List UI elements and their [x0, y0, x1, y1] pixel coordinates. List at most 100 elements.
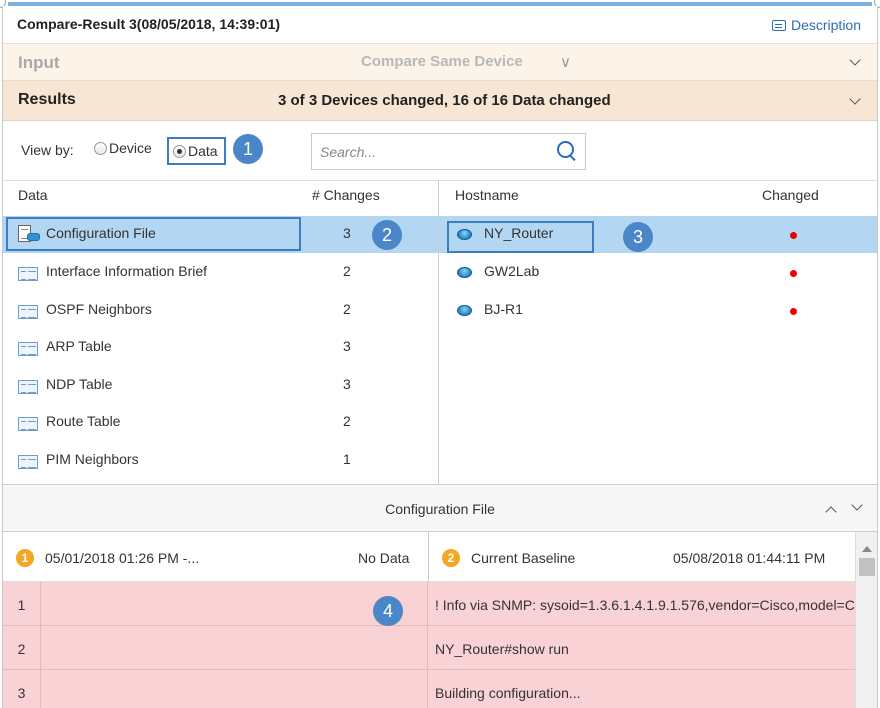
changed-indicator-icon: [790, 270, 797, 277]
data-row-ndp-table[interactable]: NDP Table 3: [3, 367, 438, 404]
data-row-interface-information-brief[interactable]: Interface Information Brief 2: [3, 254, 438, 291]
changed-indicator-icon: [790, 308, 797, 315]
radio-circle-icon: [94, 141, 107, 155]
data-row-count: 3: [343, 338, 351, 354]
data-row-label: Route Table: [46, 413, 121, 429]
data-row-label: ARP Table: [46, 338, 112, 354]
data-row-label: PIM Neighbors: [46, 451, 139, 467]
search-box[interactable]: Search...: [311, 133, 586, 170]
left-version-status: No Data: [358, 550, 410, 566]
line-number: 1: [3, 582, 41, 625]
data-row-arp-table[interactable]: ARP Table 3: [3, 329, 438, 366]
title-bar: Compare-Result 3(08/05/2018, 14:39:01) D…: [3, 6, 877, 43]
results-label: Results: [18, 91, 76, 108]
host-row-bj-r1[interactable]: BJ-R1: [439, 292, 877, 329]
config-diff-view: 1 ! Info via SNMP: sysoid=1.3.6.1.4.1.9.…: [3, 582, 855, 708]
host-list-pane: Hostname Changed NY_Router 3 GW2Lab BJ-R…: [439, 181, 877, 484]
data-row-count: 3: [343, 225, 351, 241]
left-line-empty: [41, 582, 428, 625]
host-row-label: GW2Lab: [484, 263, 540, 279]
data-row-label: NDP Table: [46, 376, 113, 392]
scroll-up-arrow-icon[interactable]: [862, 546, 872, 552]
detail-title: Configuration File: [385, 501, 495, 517]
search-icon[interactable]: [557, 141, 577, 161]
scroll-thumb[interactable]: [859, 558, 875, 576]
radio-circle-selected-icon: [173, 144, 186, 158]
data-row-label: Interface Information Brief: [46, 263, 208, 279]
data-list-pane: Data # Changes Configuration File 3 2 In…: [3, 181, 439, 484]
radio-label-data: Data: [188, 143, 218, 159]
table-icon: [18, 267, 38, 281]
selection-highlight-host: [447, 221, 594, 253]
input-label: Input: [18, 53, 60, 72]
data-row-route-table[interactable]: Route Table 2: [3, 404, 438, 441]
left-line-empty: [41, 670, 428, 708]
router-icon: [457, 267, 472, 278]
table-icon: [18, 417, 38, 431]
search-placeholder: Search...: [320, 144, 377, 160]
table-icon: [18, 305, 38, 319]
line-text: ! Info via SNMP: sysoid=1.3.6.1.4.1.9.1.…: [435, 597, 855, 613]
radio-label-device: Device: [109, 140, 152, 156]
callout-badge-4: 4: [373, 596, 403, 626]
right-version-badge: 2: [442, 549, 460, 567]
results-summary: 3 of 3 Devices changed, 16 of 16 Data ch…: [278, 92, 611, 109]
diff-line: 2 NY_Router#show run: [3, 626, 855, 670]
data-row-ospf-neighbors[interactable]: OSPF Neighbors 2: [3, 292, 438, 329]
callout-badge-1: 1: [233, 134, 263, 164]
callout-badge-3: 3: [623, 222, 653, 252]
column-header-changed[interactable]: Changed: [762, 187, 819, 203]
view-by-toolbar: View by: Device Data 1 Search...: [3, 121, 877, 181]
data-row-count: 2: [343, 413, 351, 429]
input-section-header[interactable]: Input Compare Same Device ∨: [3, 43, 877, 81]
view-by-data-radio[interactable]: Data: [167, 137, 226, 165]
diff-line: 3 Building configuration...: [3, 670, 855, 708]
vertical-scrollbar[interactable]: [855, 532, 877, 708]
host-row-gw2lab[interactable]: GW2Lab: [439, 254, 877, 291]
detail-header: Configuration File: [3, 484, 877, 532]
data-row-count: 1: [343, 451, 351, 467]
description-link[interactable]: Description: [771, 17, 861, 33]
column-header-data[interactable]: Data: [18, 187, 48, 203]
window-title: Compare-Result 3(08/05/2018, 14:39:01): [17, 16, 281, 32]
host-row-label: BJ-R1: [484, 301, 523, 317]
table-icon: [18, 455, 38, 469]
view-by-device-radio[interactable]: Device: [94, 140, 152, 156]
results-expand-chevron-icon[interactable]: [849, 95, 861, 107]
table-icon: [18, 342, 38, 356]
line-number: 3: [3, 670, 41, 708]
column-header-changes[interactable]: # Changes: [312, 187, 380, 203]
data-row-label: OSPF Neighbors: [46, 301, 152, 317]
callout-badge-2: 2: [372, 220, 402, 250]
changed-indicator-icon: [790, 232, 797, 239]
compare-mode-label: Compare Same Device: [361, 53, 523, 70]
comment-icon: [771, 19, 786, 31]
left-version-badge: 1: [16, 549, 34, 567]
left-line-empty: [41, 626, 428, 669]
compare-result-panel: Compare-Result 3(08/05/2018, 14:39:01) D…: [2, 6, 878, 708]
input-expand-chevron-icon[interactable]: [849, 56, 861, 68]
data-row-count: 2: [343, 263, 351, 279]
description-label: Description: [790, 17, 861, 33]
selection-highlight-data: [6, 217, 301, 251]
left-version-date[interactable]: 05/01/2018 01:26 PM -...: [45, 550, 199, 566]
table-icon: [18, 380, 38, 394]
line-text: NY_Router#show run: [435, 641, 569, 657]
chevron-up-icon[interactable]: [825, 505, 837, 515]
column-divider: [428, 532, 429, 581]
chevron-down-icon[interactable]: [851, 501, 863, 511]
data-row-count: 2: [343, 301, 351, 317]
column-header-hostname[interactable]: Hostname: [455, 187, 519, 203]
view-by-label: View by:: [21, 142, 74, 158]
router-icon: [457, 305, 472, 316]
compare-columns-header: 1 05/01/2018 01:26 PM -... No Data 2 Cur…: [3, 532, 877, 582]
compare-mode-chevron-icon[interactable]: ∨: [560, 53, 571, 71]
data-row-pim-neighbors[interactable]: PIM Neighbors 1: [3, 442, 438, 479]
right-version-label[interactable]: Current Baseline: [471, 550, 575, 566]
line-text: Building configuration...: [435, 685, 581, 701]
data-row-count: 3: [343, 376, 351, 392]
results-section-header[interactable]: Results 3 of 3 Devices changed, 16 of 16…: [3, 81, 877, 121]
right-version-date: 05/08/2018 01:44:11 PM: [673, 550, 826, 566]
line-number: 2: [3, 626, 41, 669]
diff-line: 1 ! Info via SNMP: sysoid=1.3.6.1.4.1.9.…: [3, 582, 855, 626]
